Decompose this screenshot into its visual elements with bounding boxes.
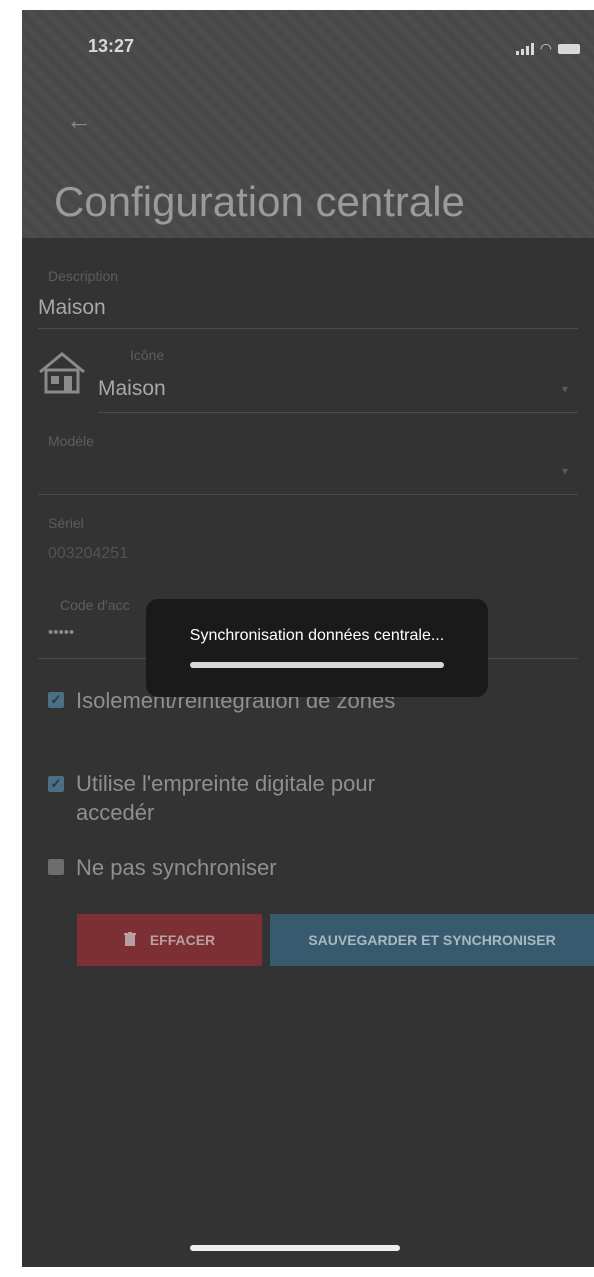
save-sync-button[interactable]: SAUVEGARDER ET SYNCHRONISER	[270, 914, 594, 966]
description-input[interactable]: Maison	[38, 296, 106, 320]
option-ne-pas-synchroniser[interactable]: Ne pas synchroniser	[48, 855, 277, 881]
icone-label: Icône	[130, 347, 165, 363]
page-title: Configuration centrale	[54, 178, 465, 225]
back-arrow-icon[interactable]: ←	[66, 105, 92, 136]
description-label: Description	[48, 268, 119, 284]
chevron-down-icon[interactable]: ▾	[562, 464, 568, 478]
option-label: Ne pas synchroniser	[76, 855, 277, 880]
wifi-icon: ◠	[539, 40, 552, 56]
save-sync-button-label: SAUVEGARDER ET SYNCHRONISER	[308, 932, 556, 948]
description-underline	[38, 328, 578, 329]
delete-button-label: EFFACER	[149, 932, 216, 948]
seriel-value: 003204251	[48, 545, 129, 562]
code-label: Code d'acc	[60, 597, 130, 613]
status-icons: ◠	[515, 40, 580, 57]
icone-underline	[98, 412, 578, 413]
option-empreinte[interactable]: ✓ Utilise l'empreinte digitale pour acce…	[48, 771, 478, 827]
house-icon	[36, 350, 88, 401]
modele-label: Modèle	[48, 433, 94, 449]
status-time: 13:27	[88, 36, 135, 56]
icone-select[interactable]: Maison	[98, 377, 166, 401]
trash-icon	[123, 931, 136, 949]
progress-bar	[190, 662, 444, 668]
seriel-label: Sériel	[48, 515, 84, 531]
modele-underline	[38, 494, 578, 495]
checkbox-unchecked-icon[interactable]	[48, 859, 64, 875]
checkbox-checked-icon[interactable]: ✓	[48, 776, 64, 792]
home-indicator[interactable]	[190, 1245, 400, 1251]
code-input[interactable]: •••••	[48, 624, 74, 641]
app-screen: 13:27 ◠ ← Configuration centrale Descrip…	[22, 10, 594, 1267]
sync-progress-toast: Synchronisation données centrale...	[146, 599, 488, 697]
battery-icon	[558, 43, 580, 54]
toast-message: Synchronisation données centrale...	[189, 627, 445, 644]
chevron-down-icon[interactable]: ▾	[562, 382, 568, 396]
checkbox-checked-icon[interactable]: ✓	[48, 692, 64, 708]
delete-button[interactable]: EFFACER	[77, 914, 262, 966]
signal-icon	[515, 42, 534, 55]
option-label: Utilise l'empreinte digitale pour accedé…	[76, 771, 375, 825]
